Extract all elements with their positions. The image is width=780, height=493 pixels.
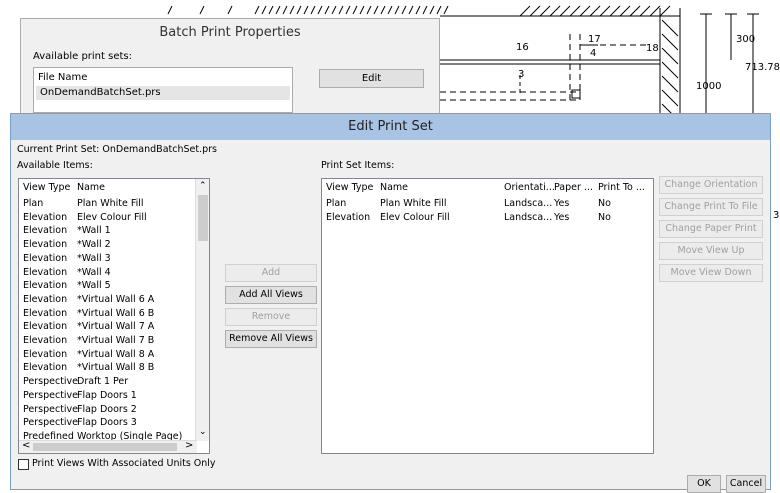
col-view-type-header[interactable]: View Type — [23, 182, 70, 193]
available-item-view-type[interactable]: Elevation — [23, 349, 67, 360]
set-item-orientation[interactable]: Landsca... — [504, 212, 552, 223]
scrollbar-thumb[interactable] — [198, 195, 208, 241]
dim-4: 4 — [590, 48, 596, 59]
available-item-name[interactable]: *Virtual Wall 8 B — [77, 362, 154, 373]
change-print-to-file-button[interactable]: Change Print To File — [659, 198, 763, 216]
print-sets-list[interactable]: File Name OnDemandBatchSet.prs — [33, 67, 293, 113]
set-item-paper[interactable]: Yes — [554, 198, 569, 209]
associated-units-label: Print Views With Associated Units Only — [32, 458, 216, 469]
batch-print-title: Batch Print Properties — [159, 25, 301, 40]
dim-300: 300 — [736, 34, 755, 45]
edit-print-set-dialog: Edit Print Set Current Print Set: OnDema… — [10, 113, 771, 493]
available-items-label: Available Items: — [17, 160, 93, 171]
file-name-header: File Name — [38, 72, 88, 83]
associated-units-checkbox[interactable] — [18, 459, 29, 470]
add-all-views-button[interactable]: Add All Views — [225, 286, 317, 304]
available-item-name[interactable]: *Virtual Wall 8 A — [77, 349, 154, 360]
print-set-items-list[interactable]: View Type Name Orientati... Paper ... Pr… — [321, 178, 654, 454]
set-item-name[interactable]: Plan White Fill — [380, 198, 447, 209]
set-item-paper[interactable]: Yes — [554, 212, 569, 223]
available-item-view-type[interactable]: Plan — [23, 198, 43, 209]
print-set-items-label: Print Set Items: — [321, 160, 395, 171]
available-item-view-type[interactable]: Elevation — [23, 225, 67, 236]
set-item-name[interactable]: Elev Colour Fill — [380, 212, 450, 223]
available-vertical-scrollbar[interactable]: ⌃ ⌄ — [195, 179, 209, 441]
available-item-view-type[interactable]: Elevation — [23, 253, 67, 264]
set-item-print-to[interactable]: No — [598, 212, 611, 223]
current-print-set-label: Current Print Set: OnDemandBatchSet.prs — [17, 144, 217, 155]
dim-18: 18 — [646, 43, 659, 54]
dim-713: 713.78 — [745, 62, 780, 73]
move-view-up-button[interactable]: Move View Up — [659, 242, 763, 260]
change-orientation-button[interactable]: Change Orientation — [659, 176, 763, 194]
available-item-view-type[interactable]: Elevation — [23, 239, 67, 250]
batch-print-properties-window: Batch Print Properties Available print s… — [20, 18, 440, 118]
available-item-name[interactable]: Flap Doors 1 — [77, 390, 137, 401]
dim-3: 3 — [518, 69, 524, 80]
available-item-view-type[interactable]: Perspective — [23, 390, 78, 401]
add-button[interactable]: Add — [225, 264, 317, 282]
set-col-view-type-header[interactable]: View Type — [326, 182, 373, 193]
dim-16: 16 — [516, 42, 529, 53]
available-item-name[interactable]: *Virtual Wall 7 A — [77, 321, 154, 332]
available-item-view-type[interactable]: Elevation — [23, 308, 67, 319]
scroll-up-icon[interactable]: ⌃ — [199, 181, 207, 191]
available-item-name[interactable]: Plan White Fill — [77, 198, 144, 209]
set-col-print-to-header[interactable]: Print To ... — [598, 182, 645, 193]
change-paper-print-button[interactable]: Change Paper Print — [659, 220, 763, 238]
set-item-orientation[interactable]: Landsca... — [504, 198, 552, 209]
edit-button[interactable]: Edit — [319, 69, 424, 88]
available-item-view-type[interactable]: Elevation — [23, 267, 67, 278]
available-item-name[interactable]: *Wall 5 — [77, 280, 111, 291]
move-view-down-button[interactable]: Move View Down — [659, 264, 763, 282]
available-item-name[interactable]: *Virtual Wall 6 B — [77, 308, 154, 319]
available-horizontal-scrollbar[interactable]: < > — [19, 440, 197, 453]
available-item-name[interactable]: *Wall 2 — [77, 239, 111, 250]
set-col-name-header[interactable]: Name — [380, 182, 408, 193]
available-print-sets-label: Available print sets: — [33, 51, 132, 62]
scroll-down-icon[interactable]: ⌄ — [199, 427, 207, 437]
remove-all-views-button[interactable]: Remove All Views — [225, 330, 317, 348]
dim-30-label: 30 — [773, 210, 780, 221]
available-item-view-type[interactable]: Perspective — [23, 417, 78, 428]
available-item-name[interactable]: Draft 1 Per — [77, 376, 128, 387]
available-item-view-type[interactable]: Elevation — [23, 294, 67, 305]
available-item-name[interactable]: Flap Doors 2 — [77, 404, 137, 415]
edit-print-set-title: Edit Print Set — [11, 114, 770, 140]
available-item-view-type[interactable]: Elevation — [23, 362, 67, 373]
col-name-header[interactable]: Name — [77, 182, 105, 193]
available-item-view-type[interactable]: Elevation — [23, 212, 67, 223]
available-item-name[interactable]: *Wall 3 — [77, 253, 111, 264]
available-item-name[interactable]: *Wall 4 — [77, 267, 111, 278]
available-item-view-type[interactable]: Perspective — [23, 404, 78, 415]
hscrollbar-thumb[interactable] — [33, 443, 177, 451]
available-item-view-type[interactable]: Elevation — [23, 321, 67, 332]
cancel-button[interactable]: Cancel — [726, 475, 766, 493]
scroll-right-icon[interactable]: > — [185, 440, 193, 451]
available-item-view-type[interactable]: Elevation — [23, 280, 67, 291]
available-item-name[interactable]: *Wall 1 — [77, 225, 111, 236]
available-item-name[interactable]: *Virtual Wall 7 B — [77, 335, 154, 346]
print-set-row[interactable]: OnDemandBatchSet.prs — [36, 86, 290, 100]
ok-button[interactable]: OK — [687, 475, 721, 493]
set-col-orientation-header[interactable]: Orientati... — [504, 182, 555, 193]
available-item-name[interactable]: Elev Colour Fill — [77, 212, 147, 223]
dim-1000: 1000 — [696, 81, 721, 92]
set-item-view-type[interactable]: Elevation — [326, 212, 370, 223]
available-item-name[interactable]: Flap Doors 3 — [77, 417, 137, 428]
remove-button[interactable]: Remove — [225, 308, 317, 326]
set-item-view-type[interactable]: Plan — [326, 198, 346, 209]
available-item-view-type[interactable]: Elevation — [23, 335, 67, 346]
scroll-left-icon[interactable]: < — [22, 440, 30, 451]
set-col-paper-header[interactable]: Paper ... — [554, 182, 593, 193]
available-item-view-type[interactable]: Perspective — [23, 376, 78, 387]
set-item-print-to[interactable]: No — [598, 198, 611, 209]
dim-17: 17 — [588, 34, 601, 45]
available-items-list[interactable]: View Type Name Plan Plan White Fill Elevat… — [18, 178, 210, 454]
available-item-name[interactable]: *Virtual Wall 6 A — [77, 294, 154, 305]
